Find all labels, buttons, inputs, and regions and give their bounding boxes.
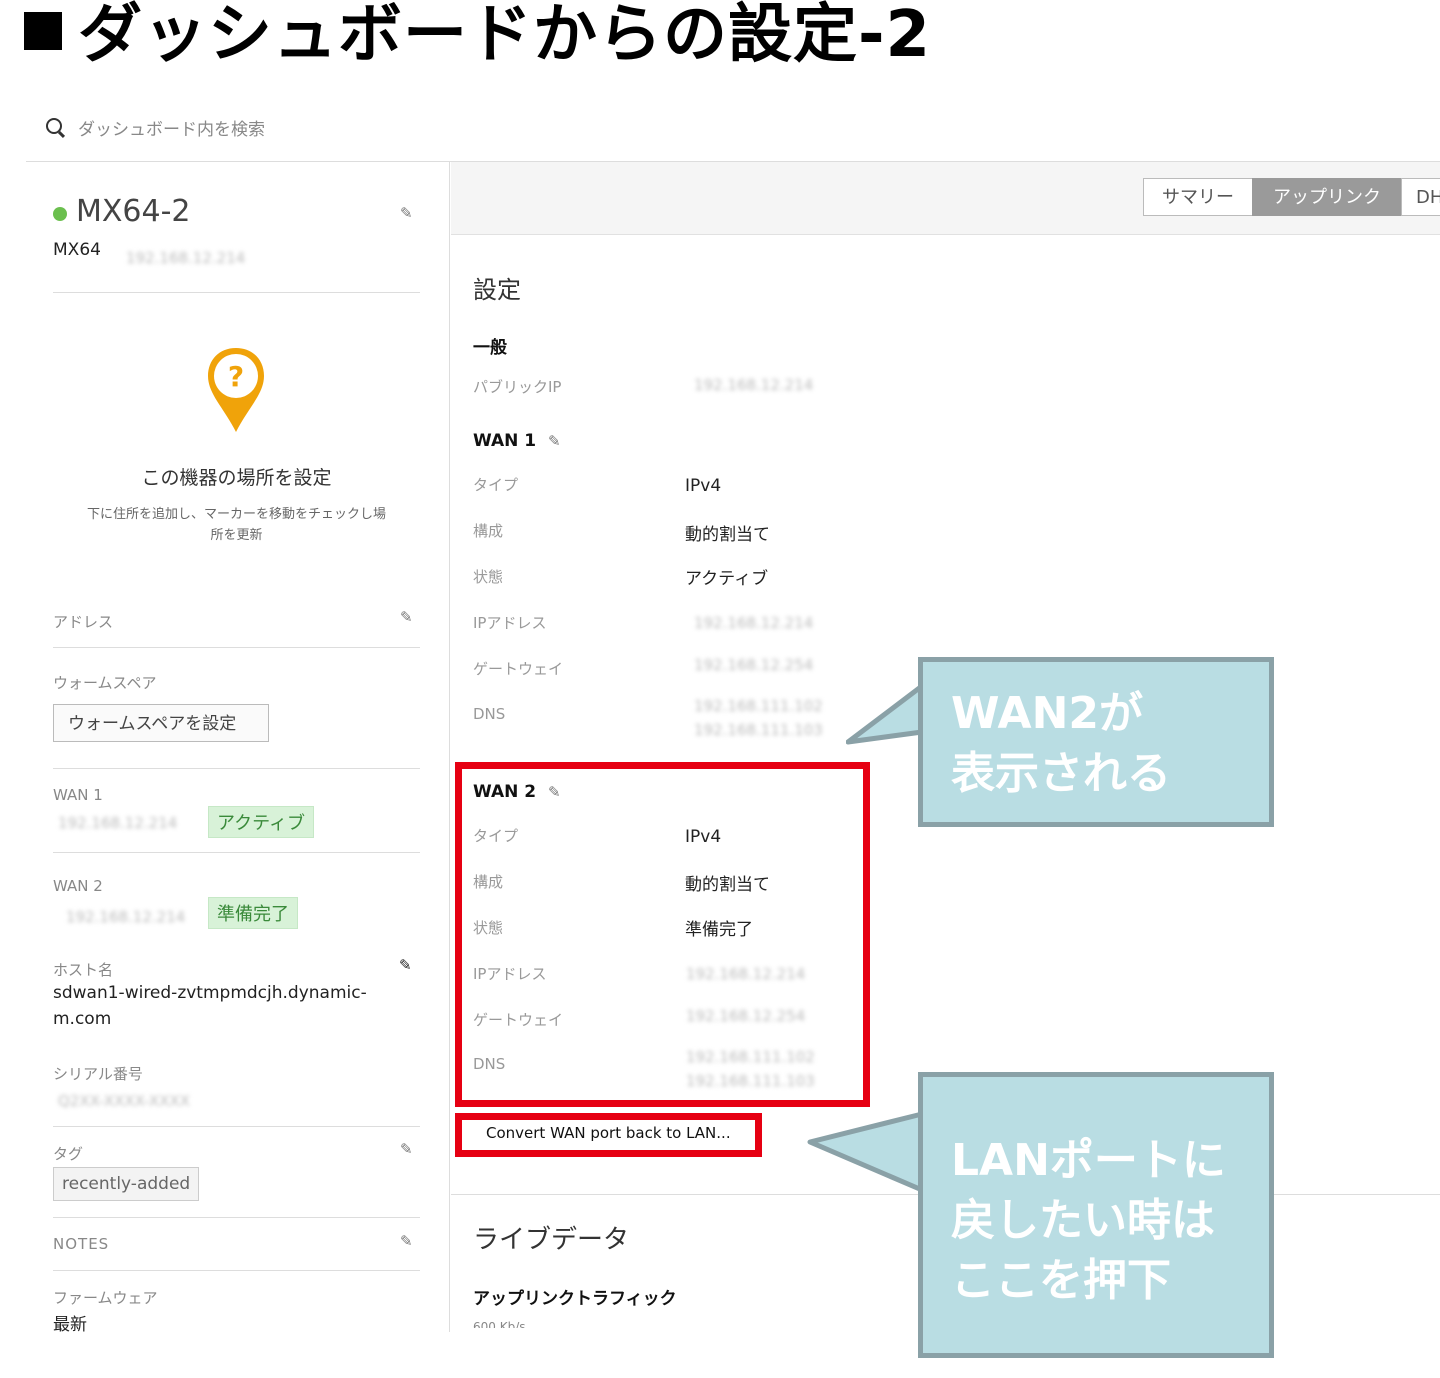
convert-wan-to-lan-link[interactable]: Convert WAN port back to LAN... <box>486 1124 731 1142</box>
wan2-heading: WAN 2 <box>473 782 537 802</box>
search-input[interactable]: ダッシュボード内を検索 <box>78 115 265 140</box>
chart-axis-label: 600 Kb/s <box>473 1320 526 1328</box>
wan1-status-badge: アクティブ <box>208 806 315 838</box>
callout-1-pointer <box>846 684 926 746</box>
wan2-ip-value: 192.168.12.214 <box>686 965 806 983</box>
notes-label: NOTES <box>53 1235 110 1253</box>
public-ip-label: パブリックIP <box>473 378 562 396</box>
hostname-line-2: m.com <box>53 1009 112 1029</box>
firmware-label: ファームウェア <box>53 1289 158 1307</box>
edit-name-pencil-icon[interactable]: ✎ <box>400 206 413 221</box>
wan2-status-badge: 準備完了 <box>208 897 298 929</box>
callout-lan-return: LANポートに 戻したい時は ここを押下 <box>918 1072 1274 1358</box>
settings-heading: 設定 <box>473 276 521 304</box>
live-data-heading: ライブデータ <box>473 1225 630 1255</box>
device-ip: 192.168.12.214 <box>126 249 246 267</box>
search-icon <box>46 118 62 134</box>
tab-uplink[interactable]: アップリンク <box>1252 178 1402 216</box>
callout-1-line-1: WAN2が <box>951 688 1144 739</box>
address-label: アドレス <box>53 613 114 631</box>
wan2-config-value: 動的割当て <box>685 875 770 895</box>
wan2-ip: 192.168.12.214 <box>66 908 186 926</box>
wan1-dns-value-2: 192.168.111.103 <box>694 721 823 739</box>
tab-dhcp[interactable]: DH <box>1401 178 1440 216</box>
edit-address-pencil-icon[interactable]: ✎ <box>400 610 413 625</box>
wan1-state-value: アクティブ <box>685 569 769 589</box>
wan2-type-value: IPv4 <box>685 827 722 847</box>
device-model: MX64 <box>53 240 101 260</box>
serial-label: シリアル番号 <box>53 1065 143 1083</box>
serial-value: Q2XX-XXXX-XXXX <box>58 1092 190 1110</box>
divider <box>53 768 420 769</box>
divider <box>53 647 420 648</box>
public-ip-value: 192.168.12.214 <box>694 376 814 394</box>
wan1-dns-label: DNS <box>473 705 506 723</box>
location-title: この機器の場所を設定 <box>141 467 332 489</box>
wan1-config-value: 動的割当て <box>685 525 770 545</box>
edit-tags-pencil-icon[interactable]: ✎ <box>400 1142 413 1157</box>
wan1-gw-label: ゲートウェイ <box>473 660 564 678</box>
callout-wan2-shown: WAN2が 表示される <box>918 657 1274 827</box>
location-desc-1: 下に住所を追加し、マーカーを移動をチェックし場 <box>86 507 386 522</box>
square-bullet-icon <box>24 12 62 50</box>
panel-divider <box>449 162 450 1332</box>
device-name: MX64-2 <box>76 194 191 229</box>
firmware-value: 最新 <box>53 1315 87 1335</box>
divider <box>53 852 420 853</box>
divider <box>53 1217 420 1218</box>
callout-1-line-2: 表示される <box>951 748 1171 799</box>
warm-spare-label: ウォームスペア <box>53 674 157 692</box>
warm-spare-button[interactable]: ウォームスペアを設定 <box>53 704 269 742</box>
wan1-ip-value: 192.168.12.214 <box>694 614 814 632</box>
svg-text:?: ? <box>228 360 244 393</box>
wan1-state-label: 状態 <box>473 568 504 586</box>
status-dot-icon <box>53 207 67 221</box>
wan1-gw-value: 192.168.12.254 <box>694 656 814 674</box>
divider <box>53 292 420 293</box>
wan2-gw-label: ゲートウェイ <box>473 1011 564 1029</box>
wan2-type-label: タイプ <box>473 827 519 845</box>
wan2-dns-value-1: 192.168.111.102 <box>686 1048 815 1066</box>
callout-2-line-2: 戻したい時は <box>951 1195 1215 1246</box>
wan2-label: WAN 2 <box>53 877 103 895</box>
general-heading: 一般 <box>473 338 507 358</box>
wan1-ip: 192.168.12.214 <box>58 814 178 832</box>
divider <box>53 1270 420 1271</box>
wan1-dns-value-1: 192.168.111.102 <box>694 697 823 715</box>
edit-notes-pencil-icon[interactable]: ✎ <box>400 1234 413 1249</box>
edit-wan1-pencil-icon[interactable]: ✎ <box>548 434 561 449</box>
wan1-ip-label: IPアドレス <box>473 614 547 632</box>
tags-label: タグ <box>53 1145 84 1163</box>
wan2-dns-value-2: 192.168.111.103 <box>686 1072 815 1090</box>
chart-axis-clip: 600 Kb/s <box>451 1318 921 1328</box>
wan1-type-label: タイプ <box>473 476 519 494</box>
wan2-dns-label: DNS <box>473 1055 506 1073</box>
wan2-gw-value: 192.168.12.254 <box>686 1007 806 1025</box>
wan2-config-label: 構成 <box>473 873 504 891</box>
wan1-heading: WAN 1 <box>473 431 537 451</box>
wan2-ip-label: IPアドレス <box>473 965 547 983</box>
callout-2-line-3: ここを押下 <box>951 1255 1171 1306</box>
hostname-label: ホスト名 <box>53 961 114 979</box>
callout-2-line-1: LANポートに <box>951 1135 1226 1186</box>
wan1-type-value: IPv4 <box>685 476 722 496</box>
wan1-config-label: 構成 <box>473 522 504 540</box>
slide-title: ダッシュボードからの設定-2 <box>24 0 931 70</box>
edit-wan2-pencil-icon[interactable]: ✎ <box>548 785 561 800</box>
map-pin-icon: ? <box>208 348 264 432</box>
wan2-state-value: 準備完了 <box>685 920 753 940</box>
divider <box>53 1126 420 1127</box>
uplink-traffic-heading: アップリンクトラフィック <box>473 1289 677 1309</box>
wan1-label: WAN 1 <box>53 786 103 804</box>
hostname-line-1: sdwan1-wired-zvtmpmdcjh.dynamic- <box>53 983 367 1003</box>
callout-2-pointer <box>807 1108 926 1198</box>
edit-hostname-pencil-icon[interactable]: ✎ <box>399 958 412 973</box>
wan2-state-label: 状態 <box>473 919 504 937</box>
location-desc-2: 所を更新 <box>210 528 263 543</box>
tag-chip[interactable]: recently-added <box>53 1167 200 1201</box>
tab-summary[interactable]: サマリー <box>1143 178 1253 216</box>
